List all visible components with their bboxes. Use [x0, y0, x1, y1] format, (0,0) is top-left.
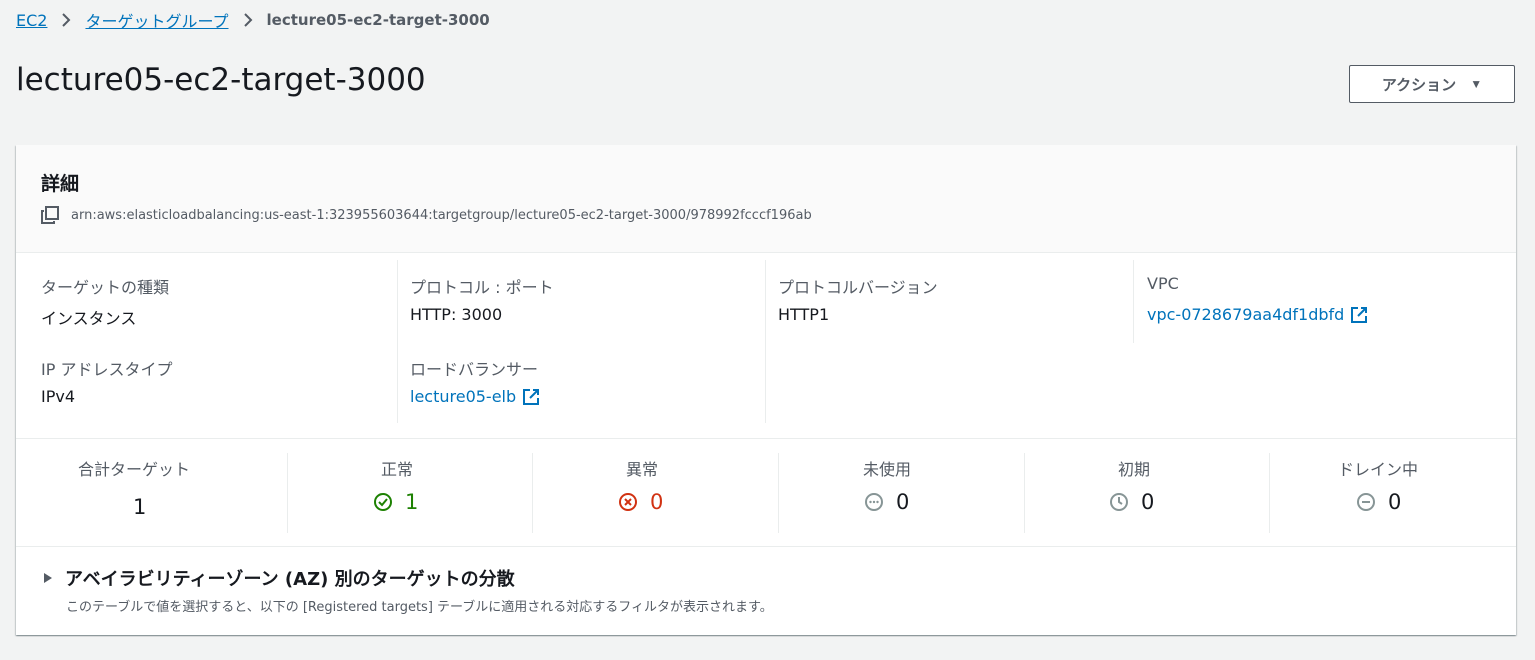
external-link-icon: [1350, 306, 1368, 324]
column-divider: [765, 260, 766, 423]
breadcrumb-ec2-link[interactable]: EC2: [16, 11, 47, 30]
ellipsis-circle-icon: [864, 492, 884, 512]
az-distribution-title: アベイラビリティーゾーン (AZ) 別のターゲットの分散: [65, 569, 515, 590]
vpc-link-text: vpc-0728679aa4df1dbfd: [1147, 305, 1345, 324]
minus-circle-icon: [1356, 492, 1376, 512]
unhealthy-count: 0: [650, 490, 664, 514]
clock-icon: [1109, 492, 1129, 512]
ip-type-label: IP アドレスタイプ: [41, 360, 173, 379]
details-panel-header: 詳細 arn:aws:elasticloadbalancing:us-east-…: [16, 145, 1516, 253]
breadcrumb-current: lecture05-ec2-target-3000: [266, 11, 490, 29]
page-title: lecture05-ec2-target-3000: [16, 62, 426, 98]
az-distribution-toggle[interactable]: アベイラビリティーゾーン (AZ) 別のターゲットの分散: [43, 565, 515, 591]
az-distribution-description: このテーブルで値を選択すると、以下の [Registered targets] …: [66, 600, 773, 615]
divider: [16, 546, 1516, 547]
x-circle-icon: [618, 492, 638, 512]
chevron-right-icon: [243, 13, 253, 27]
draining-count: 0: [1388, 490, 1402, 514]
external-link-icon: [522, 388, 540, 406]
chevron-right-icon: [61, 13, 71, 27]
unused-value[interactable]: 0: [864, 490, 909, 514]
healthy-value[interactable]: 1: [373, 490, 418, 514]
check-circle-icon: [373, 492, 393, 512]
load-balancer-label: ロードバランサー: [410, 360, 539, 379]
caret-right-icon: [43, 572, 53, 584]
target-type-label: ターゲットの種類: [41, 278, 170, 297]
load-balancer-link[interactable]: lecture05-elb: [410, 387, 540, 406]
stat-divider: [778, 453, 779, 533]
protocol-port-value: HTTP: 3000: [410, 305, 503, 324]
stat-divider: [1269, 453, 1270, 533]
unused-label: 未使用: [863, 460, 912, 479]
copy-icon[interactable]: [41, 206, 59, 224]
stat-divider: [532, 453, 533, 533]
draining-value[interactable]: 0: [1356, 490, 1401, 514]
unused-count: 0: [896, 490, 910, 514]
healthy-count: 1: [405, 490, 419, 514]
divider: [16, 438, 1516, 439]
unhealthy-value[interactable]: 0: [618, 490, 663, 514]
column-divider: [1133, 260, 1134, 343]
actions-dropdown-button[interactable]: アクション ▼: [1349, 65, 1515, 103]
total-targets-value: 1: [133, 495, 146, 519]
vpc-label: VPC: [1147, 274, 1179, 293]
initial-label: 初期: [1118, 460, 1151, 479]
details-panel: 詳細 arn:aws:elasticloadbalancing:us-east-…: [16, 145, 1516, 635]
ip-type-value: IPv4: [41, 387, 76, 406]
load-balancer-link-text: lecture05-elb: [410, 387, 517, 406]
total-targets-label: 合計ターゲット: [78, 460, 191, 479]
column-divider: [397, 260, 398, 423]
details-title: 詳細: [41, 173, 80, 195]
healthy-label: 正常: [381, 460, 414, 479]
initial-count: 0: [1141, 490, 1155, 514]
stat-divider: [287, 453, 288, 533]
protocol-port-label: プロトコル : ポート: [410, 278, 554, 297]
arn-row: arn:aws:elasticloadbalancing:us-east-1:3…: [41, 206, 812, 224]
breadcrumb: EC2 ターゲットグループ lecture05-ec2-target-3000: [16, 8, 490, 32]
protocol-version-value: HTTP1: [778, 305, 830, 324]
target-type-value: インスタンス: [41, 309, 137, 328]
protocol-version-label: プロトコルバージョン: [778, 278, 938, 297]
vpc-link[interactable]: vpc-0728679aa4df1dbfd: [1147, 305, 1368, 324]
draining-label: ドレイン中: [1338, 460, 1419, 479]
unhealthy-label: 異常: [626, 460, 659, 479]
caret-down-icon: ▼: [1470, 77, 1483, 91]
initial-value[interactable]: 0: [1109, 490, 1154, 514]
breadcrumb-target-groups-link[interactable]: ターゲットグループ: [85, 8, 228, 32]
actions-button-label: アクション: [1381, 76, 1457, 94]
total-targets-count: 1: [133, 495, 147, 519]
arn-text: arn:aws:elasticloadbalancing:us-east-1:3…: [71, 207, 812, 223]
stat-divider: [1024, 453, 1025, 533]
